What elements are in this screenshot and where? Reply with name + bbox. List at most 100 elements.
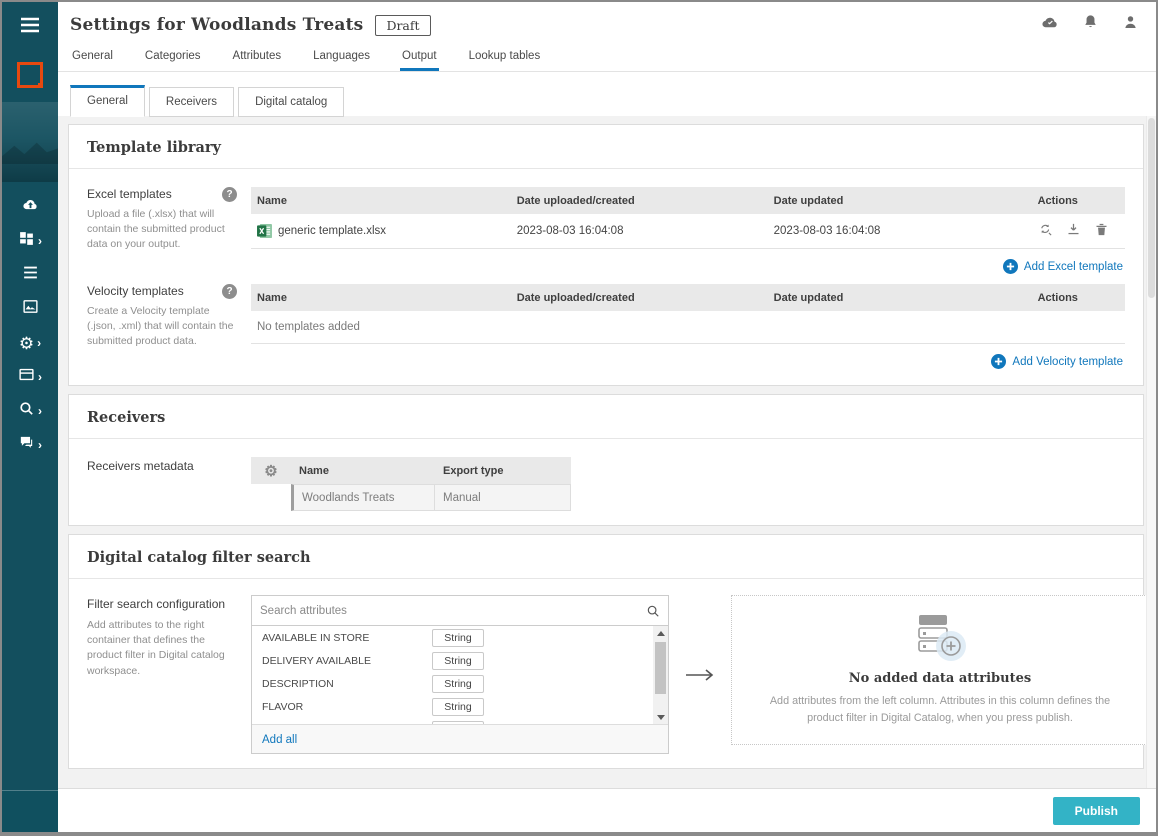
excel-file-icon xyxy=(257,224,272,238)
replace-template-icon[interactable] xyxy=(1038,222,1053,240)
upload-cloud-icon xyxy=(22,196,39,218)
column-actions: Actions xyxy=(1038,195,1125,207)
tab-output[interactable]: Output xyxy=(400,50,439,71)
publish-button[interactable]: Publish xyxy=(1053,797,1140,825)
page-scrollbar[interactable] xyxy=(1146,116,1156,788)
scrollbar-thumb[interactable] xyxy=(1148,118,1155,298)
subtab-general[interactable]: General xyxy=(70,85,145,117)
list-item[interactable]: FLAVOR String xyxy=(252,695,653,718)
receiver-name: Woodlands Treats xyxy=(291,484,435,511)
list-item-partial[interactable]: String xyxy=(252,718,653,724)
subtab-digital-catalog[interactable]: Digital catalog xyxy=(238,87,344,117)
tab-languages[interactable]: Languages xyxy=(311,50,372,71)
tab-attributes[interactable]: Attributes xyxy=(231,50,284,71)
delete-trash-icon[interactable] xyxy=(1094,222,1109,240)
notifications-bell-icon[interactable] xyxy=(1081,13,1100,37)
section-title: Receivers xyxy=(69,395,1143,439)
list-item[interactable]: AVAILABLE IN STORE String xyxy=(252,626,653,649)
subtab-receivers[interactable]: Receivers xyxy=(149,87,234,117)
attribute-name: DELIVERY AVAILABLE xyxy=(262,655,432,667)
attribute-type-badge[interactable]: String xyxy=(432,675,484,693)
excel-templates-row: Excel templates ? Upload a file (.xlsx) … xyxy=(87,187,1125,276)
list-scrollbar[interactable] xyxy=(653,626,668,724)
search-input[interactable] xyxy=(260,605,646,617)
filter-search-card: Digital catalog filter search Filter sea… xyxy=(68,534,1144,769)
attribute-type-badge[interactable]: String xyxy=(432,698,484,716)
cloud-check-icon[interactable] xyxy=(1041,13,1060,37)
sidebar-nav: › ⚙ › › › › xyxy=(2,190,58,462)
receivers-card: Receivers Receivers metadata ⚙ Name Expo… xyxy=(68,394,1144,526)
table-row: generic template.xlsx 2023-08-03 16:04:0… xyxy=(251,214,1125,249)
tab-categories[interactable]: Categories xyxy=(143,50,203,71)
empty-state-description: Add attributes from the left column. Att… xyxy=(762,693,1118,726)
table-row[interactable]: Woodlands Treats Manual xyxy=(251,484,571,511)
attribute-type-badge[interactable]: String xyxy=(432,721,484,725)
column-name: Name xyxy=(251,195,517,207)
attribute-type-badge[interactable]: String xyxy=(432,652,484,670)
sidebar-bottom-tile[interactable] xyxy=(2,790,58,832)
attribute-type-badge[interactable]: String xyxy=(432,629,484,647)
brand-logo[interactable] xyxy=(2,52,58,98)
sidebar-item-list[interactable] xyxy=(2,258,58,292)
add-velocity-template-button[interactable]: Add Velocity template xyxy=(991,354,1123,369)
card-panel-icon xyxy=(18,366,35,388)
attribute-name: FLAVOR xyxy=(262,701,432,713)
sidebar-item-media[interactable] xyxy=(2,292,58,326)
chevron-right-icon: › xyxy=(38,404,42,418)
attribute-source-panel: AVAILABLE IN STORE String DELIVERY AVAIL… xyxy=(251,595,669,754)
column-date-updated: Date updated xyxy=(774,292,1038,304)
chevron-right-icon: › xyxy=(37,336,41,350)
sidebar-item-settings[interactable]: ⚙ › xyxy=(2,326,58,360)
add-all-link[interactable]: Add all xyxy=(262,734,297,746)
chevron-right-icon: › xyxy=(38,234,42,248)
help-icon[interactable]: ? xyxy=(222,284,237,299)
footer-bar: Publish xyxy=(58,788,1156,832)
sidebar-item-search[interactable]: › xyxy=(2,394,58,428)
chevron-right-icon: › xyxy=(38,438,42,452)
app-window: › ⚙ › › › › xyxy=(0,0,1158,836)
list-icon xyxy=(22,264,39,286)
list-item[interactable]: DESCRIPTION String xyxy=(252,672,653,695)
sidebar-item-apps[interactable]: › xyxy=(2,224,58,258)
tab-general[interactable]: General xyxy=(70,50,115,71)
add-excel-template-button[interactable]: Add Excel template xyxy=(1003,259,1123,274)
column-date-uploaded: Date uploaded/created xyxy=(517,292,774,304)
filter-config-label: Filter search configuration xyxy=(87,597,225,611)
velocity-templates-label: Velocity templates xyxy=(87,284,184,298)
user-account-icon[interactable] xyxy=(1121,13,1140,37)
excel-table-header: Name Date uploaded/created Date updated … xyxy=(251,187,1125,214)
download-icon[interactable] xyxy=(1066,222,1081,240)
scroll-up-icon[interactable] xyxy=(653,626,668,640)
column-name: Name xyxy=(291,465,435,477)
date-uploaded-value: 2023-08-03 16:04:08 xyxy=(517,225,774,237)
added-attributes-dropzone[interactable]: No added data attributes Add attributes … xyxy=(731,595,1149,745)
main-area: Settings for Woodlands Treats Draft Gene… xyxy=(58,2,1156,832)
attribute-name: DESCRIPTION xyxy=(262,678,432,690)
help-icon[interactable]: ? xyxy=(222,187,237,202)
tab-lookup-tables[interactable]: Lookup tables xyxy=(467,50,543,71)
attribute-name: AVAILABLE IN STORE xyxy=(262,632,432,644)
column-date-uploaded: Date uploaded/created xyxy=(517,195,774,207)
scroll-down-icon[interactable] xyxy=(653,710,668,724)
list-item[interactable]: DELIVERY AVAILABLE String xyxy=(252,649,653,672)
excel-templates-description: Upload a file (.xlsx) that will contain … xyxy=(87,207,237,253)
section-title: Template library xyxy=(69,125,1143,169)
plus-circle-icon xyxy=(1003,259,1018,274)
scrollbar-thumb[interactable] xyxy=(655,642,666,694)
template-file-name[interactable]: generic template.xlsx xyxy=(278,225,386,237)
sidebar-item-upload[interactable] xyxy=(2,190,58,224)
chevron-right-icon: › xyxy=(38,370,42,384)
attribute-search xyxy=(252,596,668,626)
column-date-updated: Date updated xyxy=(774,195,1038,207)
menu-button[interactable] xyxy=(2,2,58,52)
sidebar-item-plan[interactable]: › xyxy=(2,360,58,394)
receiver-export-type: Manual xyxy=(435,484,571,511)
sidebar-item-chat[interactable]: › xyxy=(2,428,58,462)
no-templates-message: No templates added xyxy=(251,311,1125,344)
sidebar: › ⚙ › › › › xyxy=(2,2,58,832)
empty-state-title: No added data attributes xyxy=(849,671,1031,686)
search-icon[interactable] xyxy=(646,604,660,618)
gear-icon[interactable]: ⚙ xyxy=(251,462,291,480)
attribute-list: AVAILABLE IN STORE String DELIVERY AVAIL… xyxy=(252,626,653,724)
transfer-arrow-icon xyxy=(685,668,715,682)
